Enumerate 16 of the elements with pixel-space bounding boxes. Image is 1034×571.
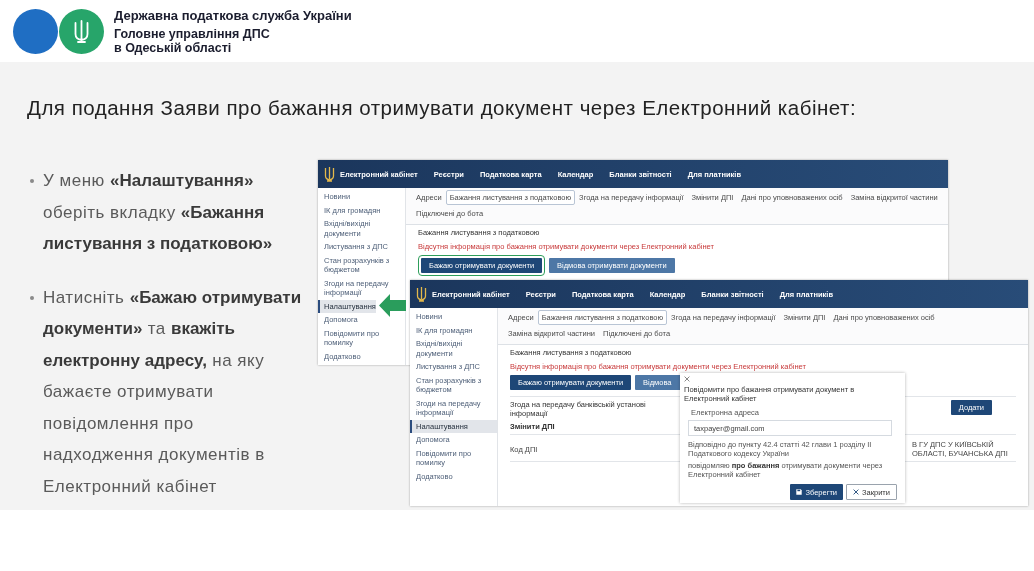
bullet-text: Натисніть «Бажаю отримувати документи» та вкажіть електронну адресу, на яку бажаєте отримувати повідомлення про надходження документів в Електронний кабінет <box>43 286 303 498</box>
trident-icon <box>324 166 335 182</box>
bullet-icon <box>30 179 34 183</box>
slide-title: Для подання Заяви про бажання отримувати документ через Електронний кабінет: <box>27 96 857 120</box>
circle-logo-icon <box>13 8 58 54</box>
floppy-disk-icon <box>796 489 803 495</box>
bullet-text: У меню «Налаштування» оберіть вкладку «Бажання листування з податковою» <box>43 170 274 255</box>
close-icon <box>853 489 860 495</box>
arrow-left-icon <box>379 294 406 317</box>
trident-logo-icon <box>59 8 104 54</box>
trident-icon <box>416 286 427 302</box>
department-name: Головне управління ДПС <box>114 26 271 41</box>
bullet-icon <box>30 295 34 300</box>
department-name: в Одеській області <box>114 40 232 55</box>
close-icon[interactable] <box>684 376 690 382</box>
organization-name: Державна податкова служба України <box>114 7 352 24</box>
